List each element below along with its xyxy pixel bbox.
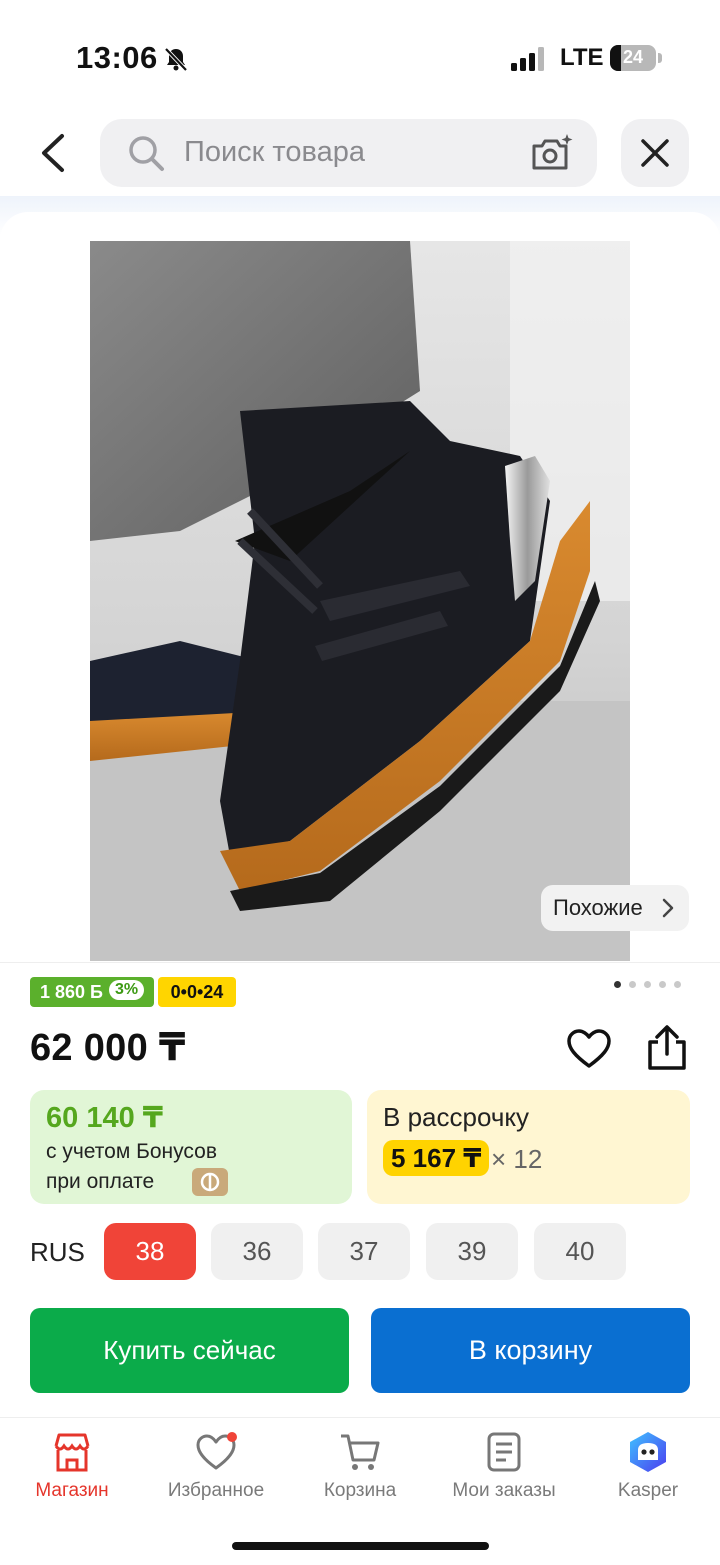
bonus-price: 60 140 ₸	[46, 1102, 163, 1134]
status-time: 13:06	[76, 40, 158, 75]
bonus-percent: 3%	[108, 980, 145, 1000]
image-pagination-dots	[614, 981, 684, 989]
tab-orders[interactable]: Мои заказы	[432, 1418, 576, 1518]
tab-label: Корзина	[323, 1480, 397, 1501]
bell-muted-icon	[164, 47, 188, 72]
network-type: LTE	[560, 44, 604, 71]
close-icon	[641, 139, 669, 167]
search-icon	[129, 136, 164, 171]
status-bar: 13:06 LTE 24	[0, 0, 720, 110]
similar-label: Похожие	[553, 895, 643, 920]
pagination-dot	[614, 981, 621, 988]
tab-label: Мои заказы	[452, 1480, 556, 1501]
tab-kasper[interactable]: Kasper	[576, 1418, 720, 1518]
size-system-label: RUS	[30, 1237, 85, 1267]
heart-icon[interactable]	[566, 1026, 612, 1072]
cellular-signal-icon	[511, 47, 544, 71]
camera-search-icon[interactable]	[530, 132, 574, 174]
back-arrow-icon[interactable]	[30, 128, 80, 178]
close-button[interactable]	[621, 119, 689, 187]
installment-box[interactable]: В рассрочку 5 167 ₸ × 12	[367, 1090, 690, 1204]
size-option-36[interactable]: 36	[211, 1223, 303, 1280]
payment-card-icon	[192, 1168, 228, 1196]
search-input[interactable]: Поиск товара	[184, 136, 365, 169]
installment-title: В рассрочку	[383, 1102, 530, 1132]
sneaker-photo	[90, 241, 630, 961]
pagination-dot	[629, 981, 636, 988]
chevron-right-icon	[662, 898, 674, 918]
bonus-price-box[interactable]: 60 140 ₸ с учетом Бонусов при оплате	[30, 1090, 352, 1204]
size-option-38[interactable]: 38	[104, 1223, 196, 1280]
product-image[interactable]	[90, 241, 630, 961]
search-bar[interactable]: Поиск товара	[100, 119, 597, 187]
tab-label: Магазин	[35, 1480, 109, 1501]
store-icon	[54, 1433, 90, 1472]
battery-icon: 24	[610, 45, 662, 71]
installment-code-badge: 0•0•24	[158, 977, 236, 1007]
size-option-39[interactable]: 39	[426, 1223, 518, 1280]
pagination-dot	[659, 981, 666, 988]
size-option-37[interactable]: 37	[318, 1223, 410, 1280]
home-indicator	[232, 1542, 489, 1550]
bonus-note-line2: при оплате	[46, 1170, 155, 1193]
size-option-40[interactable]: 40	[534, 1223, 626, 1280]
notification-dot	[227, 1432, 237, 1442]
tab-label: Kasper	[617, 1480, 679, 1501]
tab-store[interactable]: Магазин	[0, 1418, 144, 1518]
product-price: 62 000 ₸	[30, 1027, 186, 1069]
kasper-assistant-icon	[630, 1432, 666, 1472]
orders-icon	[487, 1432, 521, 1472]
tab-favorites[interactable]: Избранное	[144, 1418, 288, 1518]
similar-products-button[interactable]: Похожие	[541, 885, 689, 931]
pagination-dot	[674, 981, 681, 988]
battery-percent: 24	[622, 47, 644, 67]
pagination-dot	[644, 981, 651, 988]
divider	[0, 962, 720, 963]
share-icon[interactable]	[644, 1024, 690, 1072]
tab-label: Избранное	[167, 1480, 265, 1501]
installment-amount: 5 167 ₸	[383, 1140, 490, 1176]
add-to-cart-button[interactable]: В корзину	[371, 1308, 690, 1393]
buy-now-button[interactable]: Купить сейчас	[30, 1308, 349, 1393]
bonus-badge: 1 860 Б 3%	[30, 977, 155, 1007]
bonus-points: 1 860 Б	[40, 982, 103, 1002]
bonus-note-line1: с учетом Бонусов	[46, 1140, 217, 1163]
cart-icon	[341, 1434, 380, 1470]
installment-multiplier: × 12	[491, 1144, 543, 1174]
tab-cart[interactable]: Корзина	[288, 1418, 432, 1518]
